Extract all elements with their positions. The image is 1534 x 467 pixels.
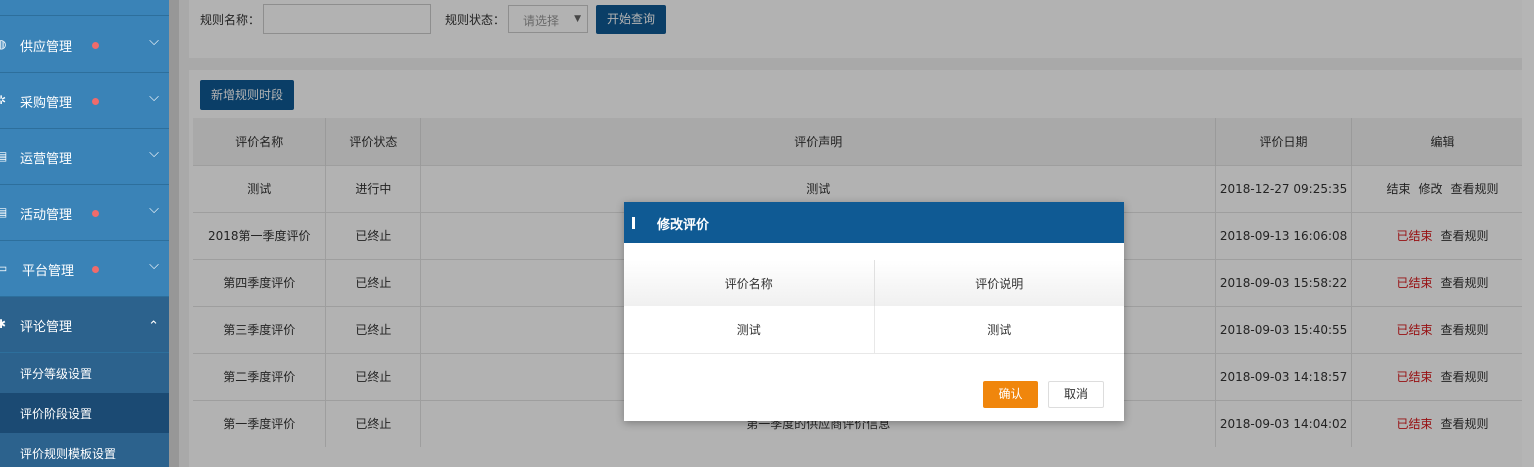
modal-header-row: 评价名称 评价说明 [624,260,1124,306]
sidebar: ◍ 供应管理 ⌵ ✲ 采购管理 ⌵ ▤ 运营管理 ⌵ ▤ 活动管理 ⌵ ▭ 平台… [0,0,169,467]
sidebar-subitem-rating-levels[interactable]: 评分等级设置 [0,353,169,393]
sidebar-item-purchase[interactable]: ✲ 采购管理 ⌵ [0,73,169,129]
gear-icon: ✱ [0,317,7,331]
chevron-down-icon: ⌵ [149,146,159,161]
notification-dot [92,266,99,273]
sidebar-subitem-label: 评分等级设置 [20,367,93,381]
notification-dot [92,210,99,217]
document-icon: ▤ [0,149,8,163]
sidebar-item-label: 活动管理 [20,208,73,223]
sidebar-item-supply[interactable]: ◍ 供应管理 ⌵ [0,17,169,73]
page-scrollbar[interactable] [1522,0,1534,467]
modal-header: 修改评价 [624,202,1124,243]
review-description-cell[interactable]: 测试 [874,306,1124,354]
modal-table: 评价名称 评价说明 测试 测试 [624,260,1124,354]
title-bar-marker [632,217,635,229]
column-header: 评价说明 [874,260,1124,306]
sidebar-item-label: 运营管理 [20,152,73,167]
chevron-down-icon: ⌵ [149,258,159,273]
sidebar-subitem-label: 评价规则模板设置 [20,447,117,461]
sidebar-item-operations[interactable]: ▤ 运营管理 ⌵ [0,129,169,185]
truck-icon: ◍ [0,37,7,51]
sidebar-item-activity[interactable]: ▤ 活动管理 ⌵ [0,185,169,241]
calendar-icon: ▤ [0,205,8,219]
sidebar-item-label: 采购管理 [20,96,73,111]
sidebar-subitem-label: 评价阶段设置 [20,407,93,421]
notification-dot [92,42,99,49]
sidebar-item-label: 评论管理 [20,320,73,335]
sidebar-top-strip [0,0,169,16]
chevron-down-icon: ⌵ [149,34,159,49]
confirm-button[interactable]: 确认 [983,381,1038,408]
sidebar-item-platform[interactable]: ▭ 平台管理 ⌵ [0,241,169,297]
sidebar-subitem-review-stages[interactable]: 评价阶段设置 [0,393,169,433]
sidebar-item-reviews[interactable]: ✱ 评论管理 ⌃ [0,297,169,353]
table-row: 测试 测试 [624,306,1124,354]
chevron-down-icon: ⌵ [149,90,159,105]
sidebar-item-label: 平台管理 [22,264,75,279]
cart-icon: ✲ [0,93,7,107]
edit-review-modal: 修改评价 评价名称 评价说明 测试 测试 确认 取消 [624,202,1124,421]
column-header: 评价名称 [624,260,875,306]
chevron-down-icon: ⌵ [149,202,159,217]
modal-title: 修改评价 [657,218,710,233]
review-name-cell[interactable]: 测试 [624,306,875,354]
sidebar-subitem-rule-templates[interactable]: 评价规则模板设置 [0,433,169,467]
chevron-up-icon: ⌃ [148,319,159,334]
sidebar-item-label: 供应管理 [20,40,73,55]
cancel-button[interactable]: 取消 [1048,381,1104,408]
monitor-icon: ▭ [0,261,8,275]
notification-dot [92,98,99,105]
